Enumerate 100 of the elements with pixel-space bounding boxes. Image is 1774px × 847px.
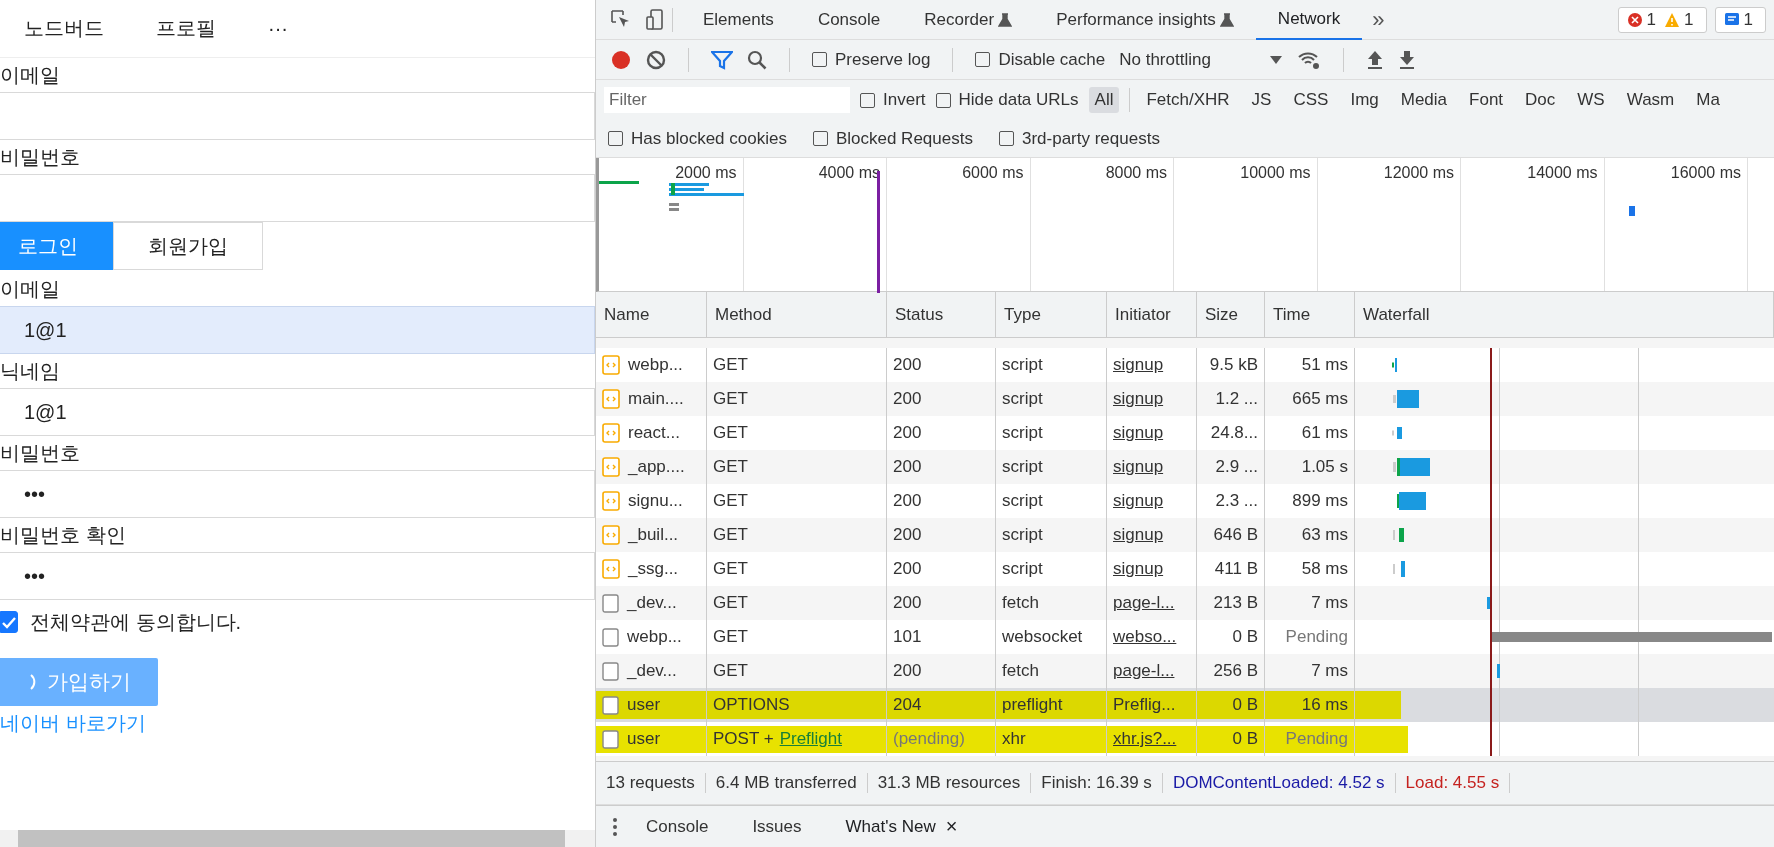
panel-tab[interactable]: Console (795, 0, 903, 40)
close-button[interactable]: × (945, 815, 958, 838)
type-filter[interactable]: Img (1344, 87, 1385, 113)
messages-counter[interactable]: 1 (1714, 6, 1766, 33)
request-size: 1.2 ... (1215, 389, 1258, 409)
request-size: 2.9 ... (1215, 457, 1258, 477)
request-size: 0 B (1232, 695, 1258, 715)
clear-icon[interactable] (646, 49, 666, 70)
type-filter[interactable]: Ma (1690, 87, 1726, 113)
panel-tab[interactable]: Elements (681, 0, 796, 40)
column-header[interactable]: Status (887, 292, 996, 337)
type-filter[interactable]: All (1088, 87, 1120, 113)
request-status: 200 (893, 423, 922, 443)
search-icon[interactable] (747, 49, 767, 70)
input-field[interactable]: 1@1 (0, 306, 595, 354)
initiator-link[interactable]: page-l... (1113, 661, 1175, 681)
input-field[interactable] (0, 174, 595, 222)
column-header[interactable]: Initiator (1107, 292, 1197, 337)
request-time: 899 ms (1292, 491, 1348, 511)
scrollbar[interactable] (0, 830, 595, 847)
panel-tab[interactable]: Recorder (902, 0, 1035, 40)
preflight-link[interactable]: Preflight (779, 729, 842, 749)
request-row[interactable]: webp... GET 200 script signup 9.5 kB 51 ms (596, 348, 1774, 382)
checkbox[interactable] (812, 131, 828, 146)
initiator-link[interactable]: signup (1113, 355, 1164, 375)
input-field[interactable]: 1@1 (0, 388, 595, 436)
checkbox[interactable] (608, 131, 623, 146)
filter-icon[interactable] (711, 49, 733, 70)
checkbox[interactable] (0, 611, 18, 633)
request-method: GET (713, 627, 748, 647)
checkbox-label: 전체약관에 동의합니다. (30, 609, 242, 635)
nav-link[interactable]: 노드버드 (24, 15, 130, 42)
request-type: script (1002, 389, 1043, 409)
issues-counter[interactable]: 1 1 (1617, 6, 1707, 33)
request-row[interactable]: _ssg... GET 200 script signup 411 B 58 ms (596, 552, 1774, 586)
checkbox[interactable] (975, 52, 991, 67)
type-filter[interactable]: CSS (1287, 87, 1335, 113)
request-method: OPTIONS (713, 695, 790, 715)
type-filter[interactable]: Font (1463, 87, 1510, 113)
column-header[interactable]: Name (596, 292, 707, 337)
type-filter[interactable]: JS (1245, 87, 1278, 113)
initiator-link[interactable]: signup (1113, 559, 1164, 579)
menu-icon[interactable] (612, 816, 618, 837)
type-filter[interactable]: WS (1571, 87, 1611, 113)
checkbox-label: Has blocked cookies (631, 128, 787, 149)
column-header[interactable]: Time (1265, 292, 1355, 337)
column-header[interactable]: Size (1197, 292, 1265, 337)
request-row[interactable]: user OPTIONS 204 preflight Preflig... 0 B 16 ms (596, 688, 1774, 722)
request-type: script (1002, 525, 1043, 545)
request-row[interactable]: webp... GET 101 websocket webso... 0 B Pending (596, 620, 1774, 654)
checkbox[interactable] (998, 131, 1014, 146)
initiator-link[interactable]: signup (1113, 457, 1164, 477)
initiator-link[interactable]: signup (1113, 491, 1164, 511)
request-method: GET (713, 355, 748, 375)
initiator-link[interactable]: webso... (1113, 627, 1177, 647)
filter-field[interactable]: Filter (604, 87, 850, 113)
request-row[interactable]: signu... GET 200 script signup 2.3 ... 899 ms (596, 484, 1774, 518)
type-filter[interactable]: Doc (1519, 87, 1562, 113)
request-row[interactable]: user POST + Preflight (pending) xhr xhr.js?... 0 B Pending (596, 722, 1774, 756)
download-icon[interactable] (1397, 49, 1416, 70)
type-filter[interactable]: Wasm (1620, 87, 1681, 113)
time-tick: 6000 ms (962, 164, 1025, 182)
initiator-link[interactable]: signup (1113, 525, 1164, 545)
initiator-link[interactable]: signup (1113, 423, 1164, 443)
input-field[interactable]: ••• (0, 552, 595, 600)
request-status: 200 (893, 559, 922, 579)
record-button[interactable] (610, 48, 632, 71)
drawer-tab[interactable]: Console (624, 805, 731, 847)
nav-link[interactable]: ··· (268, 17, 314, 40)
request-method: GET (713, 389, 748, 409)
checkbox-label: Invert (883, 90, 926, 110)
waterfall-bar (1397, 492, 1426, 510)
more-tabs-button[interactable]: » (1362, 6, 1395, 33)
initiator-link[interactable]: signup (1113, 389, 1164, 409)
request-time: Pending (1285, 627, 1348, 647)
drawer-tab[interactable]: What's New × (823, 805, 980, 847)
column-header[interactable]: Type (996, 292, 1107, 337)
upload-icon[interactable] (1365, 49, 1384, 70)
flask-icon (1219, 12, 1234, 27)
checkbox[interactable] (860, 92, 875, 108)
checkbox[interactable] (812, 52, 827, 67)
column-header[interactable]: Method (707, 292, 887, 337)
input-field[interactable] (0, 92, 595, 140)
checkbox[interactable] (935, 92, 951, 108)
initiator-link[interactable]: xhr.js?... (1113, 729, 1177, 749)
device-icon[interactable] (646, 8, 664, 31)
throttling-dropdown[interactable]: No throttling (1119, 49, 1283, 70)
input-field[interactable]: ••• (0, 470, 595, 518)
initiator-link[interactable]: page-l... (1113, 593, 1175, 613)
nav-link[interactable]: 프로필 (156, 15, 242, 42)
request-type: script (1002, 491, 1043, 511)
request-time: 51 ms (1301, 355, 1348, 375)
type-filter[interactable]: Media (1394, 87, 1454, 113)
drawer-tab[interactable]: Issues (730, 805, 824, 847)
column-header[interactable]: Waterfall (1355, 292, 1774, 337)
form-tab[interactable]: 회원가입 (113, 222, 263, 270)
field-label: 비밀번호 (0, 441, 81, 466)
request-row[interactable]: react... GET 200 script signup 24.8... 61 ms (596, 416, 1774, 450)
panel-tab[interactable]: Performance insights (1034, 0, 1256, 40)
type-filter[interactable]: Fetch/XHR (1140, 87, 1236, 113)
